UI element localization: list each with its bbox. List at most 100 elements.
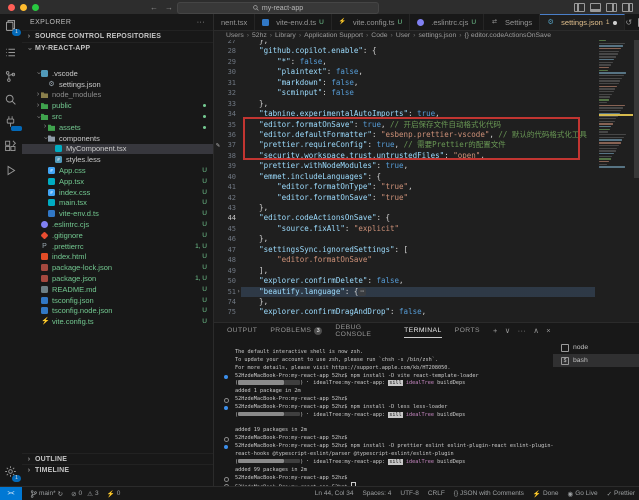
tree-item--vscode[interactable]: › .vscode	[22, 68, 213, 79]
tree-item-app-css[interactable]: # App.css U	[22, 165, 213, 176]
source-control-icon[interactable]	[4, 70, 18, 84]
tree-item-package-json[interactable]: package.json 1, U	[22, 273, 213, 284]
panel-tab-problems[interactable]: PROBLEMS 3	[270, 323, 323, 338]
breadcrumb-separator: ›	[269, 31, 273, 39]
tree-item--eslintrc-cjs[interactable]: .eslintrc.cjs U	[22, 219, 213, 230]
tree-item-index-css[interactable]: # index.css U	[22, 187, 213, 198]
manage-gear-icon[interactable]: 1	[4, 465, 21, 482]
status-item-label: Go Live	[575, 490, 598, 497]
tab-settings[interactable]: ⇄ Settings	[484, 14, 541, 30]
extensions-icon[interactable]	[4, 140, 18, 154]
terminal-dropdown-icon[interactable]: ∨	[505, 326, 511, 335]
panel-tab-debug-console[interactable]: DEBUG CONSOLE	[335, 323, 391, 338]
section-my-react-app[interactable]: › MY-REACT-APP	[22, 42, 213, 54]
tree-item-assets[interactable]: › assets	[22, 122, 213, 133]
css-icon: #	[48, 167, 55, 175]
file-name: .eslintrc.cjs	[52, 220, 90, 230]
search-sidebar-icon[interactable]	[4, 93, 18, 107]
tree-item-styles-less[interactable]: # styles.less	[22, 154, 213, 165]
file-name: assets	[59, 122, 81, 132]
explorer-more-actions-icon[interactable]: ···	[197, 19, 205, 26]
close-window-button[interactable]	[8, 3, 15, 11]
explorer-icon[interactable]: 1	[4, 19, 21, 36]
section-timeline[interactable]: › TIMELINE	[22, 464, 213, 476]
tree-item-vite-config-ts[interactable]: ⚡ vite.config.ts U	[22, 316, 213, 327]
panel-tab-output[interactable]: OUTPUT	[227, 323, 257, 338]
status-item-ln-44-col-34[interactable]: Ln 44, Col 34	[315, 490, 354, 497]
tree-item-tsconfig-json[interactable]: tsconfig.json U	[22, 295, 213, 306]
remote-explorer-icon[interactable]	[4, 115, 22, 131]
section-source-control-repositories[interactable]: › SOURCE CONTROL REPOSITORIES	[22, 30, 213, 42]
tab-vite-config-ts[interactable]: ⚡ vite.config.ts U	[332, 14, 411, 30]
panel-tab-ports[interactable]: PORTS	[455, 323, 480, 338]
gutter-spacer	[214, 193, 222, 203]
status-item-crlf[interactable]: CRLF	[428, 490, 445, 497]
zoom-window-button[interactable]	[32, 3, 39, 11]
tree-item-settings-json[interactable]: ⚙ settings.json	[22, 79, 213, 90]
tree-item-vite-env-d-ts[interactable]: vite-env.d.ts U	[22, 208, 213, 219]
toggle-panel-icon[interactable]	[590, 3, 601, 12]
minimize-window-button[interactable]	[20, 3, 27, 11]
open-changes-icon[interactable]: ↺	[625, 18, 632, 27]
tab-vite-env-d-ts[interactable]: vite-env.d.ts U	[255, 14, 332, 30]
code-text: },	[241, 98, 269, 108]
terminal-line: () ⠂ idealTree:my-react-app: sill idealT…	[235, 458, 466, 465]
tab-nent-tsx[interactable]: nent.tsx	[214, 14, 256, 30]
status-item-go-live[interactable]: ◉ Go Live	[568, 490, 598, 498]
terminal-output[interactable]: The default interactive shell is now zsh…	[223, 349, 554, 491]
navigate-back-button[interactable]: ←	[150, 3, 158, 12]
tree-item-package-lock-json[interactable]: package-lock.json U	[22, 262, 213, 273]
problems-status[interactable]: ⊘ 0 ⚠ 3	[71, 490, 99, 498]
panel-more-icon[interactable]: ···	[518, 326, 527, 335]
git-branch-status[interactable]: main* ↻	[30, 489, 63, 498]
breadcrumb-item[interactable]: Users	[226, 32, 244, 39]
code-editor[interactable]: 27 }, 28 "github.copilot.enable": {29 "*"…	[214, 40, 639, 322]
status-item-utf-8[interactable]: UTF-8	[400, 490, 418, 497]
status-item-prettier[interactable]: ✓ Prettier	[607, 490, 635, 498]
customize-layout-icon[interactable]	[622, 3, 633, 12]
tab-settings-json[interactable]: ⚙ settings.json 1	[540, 14, 626, 30]
status-item-done[interactable]: ⚡ Done	[533, 490, 559, 498]
run-debug-icon[interactable]	[4, 164, 18, 178]
tree-item-index-html[interactable]: index.html U	[22, 252, 213, 263]
tree-item-components[interactable]: › components	[22, 133, 213, 144]
new-terminal-icon[interactable]: +	[493, 326, 498, 335]
terminal-instance-node[interactable]: node	[553, 341, 639, 354]
breadcrumb-item[interactable]: Application Support	[304, 32, 363, 39]
tree-item-tsconfig-node-json[interactable]: tsconfig.node.json U	[22, 306, 213, 317]
tree-item-mycomponent-tsx[interactable]: MyComponent.tsx	[22, 143, 213, 155]
tree-item--prettierrc[interactable]: P .prettierrc 1, U	[22, 241, 213, 252]
tree-item-node-modules[interactable]: › node_modules	[22, 90, 213, 101]
maximize-panel-icon[interactable]: ∧	[533, 326, 539, 335]
terminal-line: 52HzdeMacBook-Pro:my-react-app 52hz$ npm…	[223, 404, 549, 412]
toggle-sidebar-icon[interactable]	[574, 3, 585, 12]
tab--eslintrc-cjs[interactable]: .eslintrc.cjs U	[410, 14, 485, 30]
navigate-forward-button[interactable]: →	[165, 3, 173, 12]
breadcrumb-item[interactable]: Code	[371, 32, 387, 39]
tree-item-src[interactable]: › src	[22, 111, 213, 122]
minimap[interactable]	[599, 40, 633, 192]
tree-item-main-tsx[interactable]: main.tsx U	[22, 198, 213, 209]
tree-item-public[interactable]: › public	[22, 100, 213, 111]
remote-indicator[interactable]: ><	[0, 487, 22, 500]
outline-list-icon[interactable]	[4, 46, 18, 60]
panel-tab-terminal[interactable]: TERMINAL	[404, 323, 442, 338]
tree-item-app-tsx[interactable]: App.tsx U	[22, 176, 213, 187]
breadcrumb-item[interactable]: Library	[275, 32, 296, 39]
tree-item-readme-md[interactable]: README.md U	[22, 284, 213, 295]
toggle-secondary-sidebar-icon[interactable]	[606, 3, 617, 12]
status-item--json-with-comments[interactable]: {} JSON with Comments	[454, 490, 524, 497]
close-panel-icon[interactable]: ×	[546, 326, 551, 335]
breadcrumb[interactable]: Users › 52hz › Library › Application Support › C…	[214, 30, 639, 40]
breadcrumb-item[interactable]: User	[396, 32, 410, 39]
breadcrumb-item[interactable]: {} editor.codeActionsOnSave	[464, 32, 551, 39]
gutter-spacer	[214, 172, 222, 182]
breadcrumb-item[interactable]: 52hz	[252, 32, 267, 39]
status-item-spaces-4[interactable]: Spaces: 4	[362, 490, 391, 497]
breadcrumb-item[interactable]: settings.json	[418, 32, 456, 39]
terminal-instance-bash[interactable]: $ bash	[553, 354, 639, 367]
command-center-search[interactable]: my-react-app	[177, 2, 379, 14]
editor-scrollbar[interactable]	[634, 40, 639, 178]
tree-item--gitignore[interactable]: .gitignore U	[22, 230, 213, 241]
ports-status[interactable]: ⚡ 0	[107, 490, 121, 498]
